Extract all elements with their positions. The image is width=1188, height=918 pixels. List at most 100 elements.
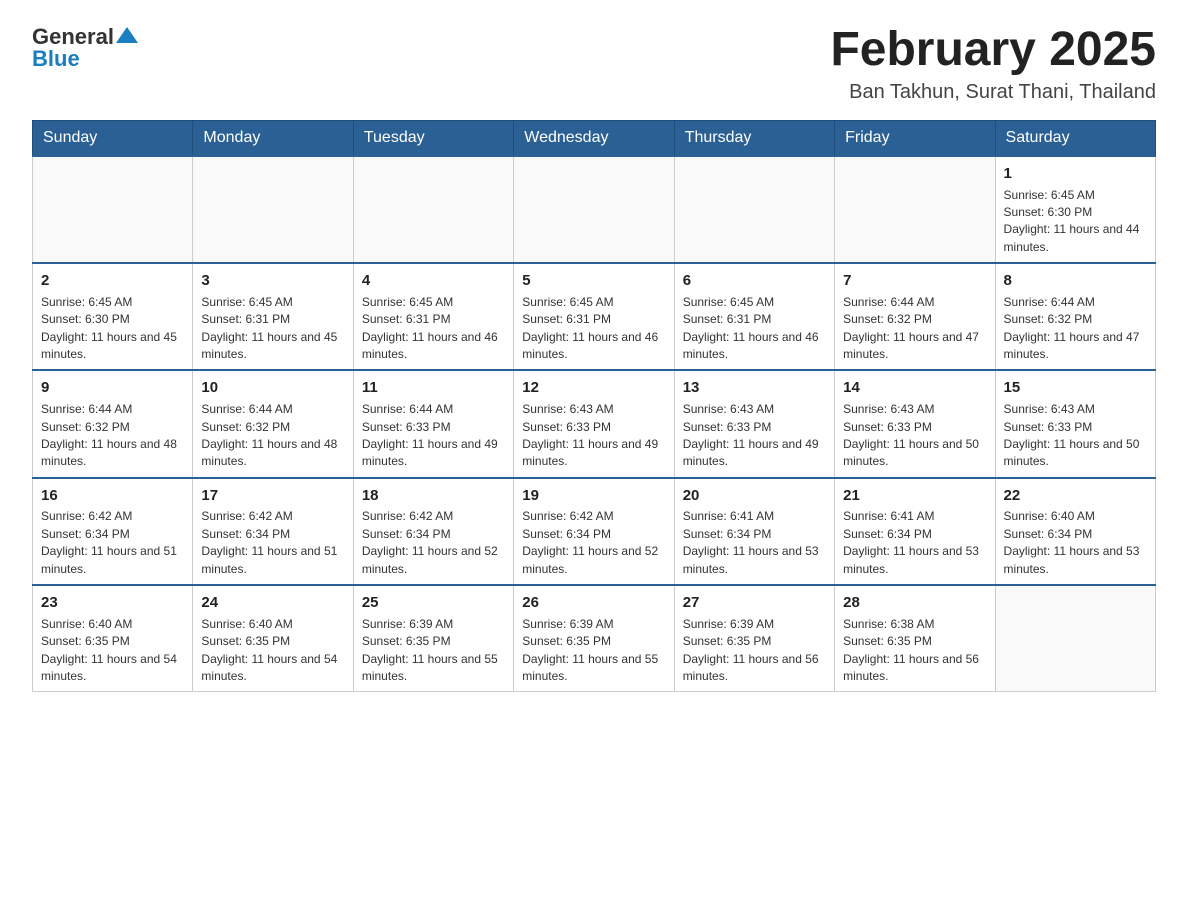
day-info: Sunrise: 6:43 AM Sunset: 6:33 PM Dayligh… — [683, 401, 826, 471]
week-row-4: 16Sunrise: 6:42 AM Sunset: 6:34 PM Dayli… — [33, 478, 1156, 585]
logo-triangle-icon — [116, 25, 138, 45]
day-number: 27 — [683, 592, 826, 614]
day-number: 7 — [843, 270, 986, 292]
calendar-header-row: SundayMondayTuesdayWednesdayThursdayFrid… — [33, 120, 1156, 156]
week-row-5: 23Sunrise: 6:40 AM Sunset: 6:35 PM Dayli… — [33, 585, 1156, 692]
day-number: 18 — [362, 485, 505, 507]
calendar-cell: 11Sunrise: 6:44 AM Sunset: 6:33 PM Dayli… — [353, 370, 513, 477]
title-block: February 2025 Ban Takhun, Surat Thani, T… — [830, 24, 1156, 104]
day-info: Sunrise: 6:43 AM Sunset: 6:33 PM Dayligh… — [843, 401, 986, 471]
day-info: Sunrise: 6:42 AM Sunset: 6:34 PM Dayligh… — [522, 508, 665, 578]
calendar-cell: 5Sunrise: 6:45 AM Sunset: 6:31 PM Daylig… — [514, 263, 674, 370]
day-info: Sunrise: 6:42 AM Sunset: 6:34 PM Dayligh… — [41, 508, 184, 578]
day-info: Sunrise: 6:40 AM Sunset: 6:34 PM Dayligh… — [1004, 508, 1147, 578]
day-number: 9 — [41, 377, 184, 399]
day-info: Sunrise: 6:40 AM Sunset: 6:35 PM Dayligh… — [41, 616, 184, 686]
day-info: Sunrise: 6:43 AM Sunset: 6:33 PM Dayligh… — [522, 401, 665, 471]
calendar-cell: 9Sunrise: 6:44 AM Sunset: 6:32 PM Daylig… — [33, 370, 193, 477]
calendar-cell — [835, 156, 995, 263]
day-number: 24 — [201, 592, 344, 614]
calendar-cell: 1Sunrise: 6:45 AM Sunset: 6:30 PM Daylig… — [995, 156, 1155, 263]
calendar-cell: 19Sunrise: 6:42 AM Sunset: 6:34 PM Dayli… — [514, 478, 674, 585]
calendar-cell: 27Sunrise: 6:39 AM Sunset: 6:35 PM Dayli… — [674, 585, 834, 692]
day-number: 16 — [41, 485, 184, 507]
col-header-saturday: Saturday — [995, 120, 1155, 156]
day-number: 6 — [683, 270, 826, 292]
day-info: Sunrise: 6:44 AM Sunset: 6:32 PM Dayligh… — [843, 294, 986, 364]
day-info: Sunrise: 6:45 AM Sunset: 6:31 PM Dayligh… — [201, 294, 344, 364]
calendar-cell: 14Sunrise: 6:43 AM Sunset: 6:33 PM Dayli… — [835, 370, 995, 477]
month-year-title: February 2025 — [830, 24, 1156, 77]
calendar-cell: 17Sunrise: 6:42 AM Sunset: 6:34 PM Dayli… — [193, 478, 353, 585]
day-info: Sunrise: 6:44 AM Sunset: 6:32 PM Dayligh… — [1004, 294, 1147, 364]
day-info: Sunrise: 6:39 AM Sunset: 6:35 PM Dayligh… — [362, 616, 505, 686]
calendar-table: SundayMondayTuesdayWednesdayThursdayFrid… — [32, 120, 1156, 693]
col-header-tuesday: Tuesday — [353, 120, 513, 156]
calendar-cell: 24Sunrise: 6:40 AM Sunset: 6:35 PM Dayli… — [193, 585, 353, 692]
col-header-friday: Friday — [835, 120, 995, 156]
day-info: Sunrise: 6:43 AM Sunset: 6:33 PM Dayligh… — [1004, 401, 1147, 471]
day-info: Sunrise: 6:45 AM Sunset: 6:31 PM Dayligh… — [683, 294, 826, 364]
day-number: 11 — [362, 377, 505, 399]
day-info: Sunrise: 6:40 AM Sunset: 6:35 PM Dayligh… — [201, 616, 344, 686]
calendar-cell: 18Sunrise: 6:42 AM Sunset: 6:34 PM Dayli… — [353, 478, 513, 585]
calendar-cell: 12Sunrise: 6:43 AM Sunset: 6:33 PM Dayli… — [514, 370, 674, 477]
day-info: Sunrise: 6:39 AM Sunset: 6:35 PM Dayligh… — [683, 616, 826, 686]
day-info: Sunrise: 6:44 AM Sunset: 6:32 PM Dayligh… — [41, 401, 184, 471]
calendar-cell: 25Sunrise: 6:39 AM Sunset: 6:35 PM Dayli… — [353, 585, 513, 692]
day-number: 22 — [1004, 485, 1147, 507]
day-number: 26 — [522, 592, 665, 614]
calendar-cell: 4Sunrise: 6:45 AM Sunset: 6:31 PM Daylig… — [353, 263, 513, 370]
day-number: 25 — [362, 592, 505, 614]
week-row-3: 9Sunrise: 6:44 AM Sunset: 6:32 PM Daylig… — [33, 370, 1156, 477]
calendar-cell: 21Sunrise: 6:41 AM Sunset: 6:34 PM Dayli… — [835, 478, 995, 585]
day-number: 13 — [683, 377, 826, 399]
calendar-cell: 3Sunrise: 6:45 AM Sunset: 6:31 PM Daylig… — [193, 263, 353, 370]
calendar-cell: 22Sunrise: 6:40 AM Sunset: 6:34 PM Dayli… — [995, 478, 1155, 585]
col-header-sunday: Sunday — [33, 120, 193, 156]
day-number: 2 — [41, 270, 184, 292]
calendar-cell — [995, 585, 1155, 692]
week-row-1: 1Sunrise: 6:45 AM Sunset: 6:30 PM Daylig… — [33, 156, 1156, 263]
day-number: 8 — [1004, 270, 1147, 292]
calendar-cell — [674, 156, 834, 263]
calendar-cell: 7Sunrise: 6:44 AM Sunset: 6:32 PM Daylig… — [835, 263, 995, 370]
calendar-cell — [514, 156, 674, 263]
calendar-cell — [193, 156, 353, 263]
calendar-cell: 23Sunrise: 6:40 AM Sunset: 6:35 PM Dayli… — [33, 585, 193, 692]
col-header-thursday: Thursday — [674, 120, 834, 156]
logo-blue-text: Blue — [32, 46, 80, 72]
day-info: Sunrise: 6:41 AM Sunset: 6:34 PM Dayligh… — [843, 508, 986, 578]
day-number: 20 — [683, 485, 826, 507]
col-header-monday: Monday — [193, 120, 353, 156]
col-header-wednesday: Wednesday — [514, 120, 674, 156]
calendar-cell: 8Sunrise: 6:44 AM Sunset: 6:32 PM Daylig… — [995, 263, 1155, 370]
logo: General Blue — [32, 24, 138, 72]
day-number: 4 — [362, 270, 505, 292]
calendar-cell: 13Sunrise: 6:43 AM Sunset: 6:33 PM Dayli… — [674, 370, 834, 477]
calendar-cell: 10Sunrise: 6:44 AM Sunset: 6:32 PM Dayli… — [193, 370, 353, 477]
day-number: 3 — [201, 270, 344, 292]
day-info: Sunrise: 6:42 AM Sunset: 6:34 PM Dayligh… — [362, 508, 505, 578]
day-info: Sunrise: 6:45 AM Sunset: 6:30 PM Dayligh… — [41, 294, 184, 364]
day-number: 19 — [522, 485, 665, 507]
day-number: 5 — [522, 270, 665, 292]
page-header: General Blue February 2025 Ban Takhun, S… — [32, 24, 1156, 104]
day-number: 10 — [201, 377, 344, 399]
calendar-cell: 15Sunrise: 6:43 AM Sunset: 6:33 PM Dayli… — [995, 370, 1155, 477]
day-info: Sunrise: 6:44 AM Sunset: 6:33 PM Dayligh… — [362, 401, 505, 471]
calendar-cell: 6Sunrise: 6:45 AM Sunset: 6:31 PM Daylig… — [674, 263, 834, 370]
day-number: 15 — [1004, 377, 1147, 399]
day-info: Sunrise: 6:45 AM Sunset: 6:31 PM Dayligh… — [522, 294, 665, 364]
calendar-cell — [353, 156, 513, 263]
day-number: 1 — [1004, 163, 1147, 185]
calendar-cell: 16Sunrise: 6:42 AM Sunset: 6:34 PM Dayli… — [33, 478, 193, 585]
day-number: 12 — [522, 377, 665, 399]
day-number: 14 — [843, 377, 986, 399]
calendar-cell: 2Sunrise: 6:45 AM Sunset: 6:30 PM Daylig… — [33, 263, 193, 370]
day-info: Sunrise: 6:44 AM Sunset: 6:32 PM Dayligh… — [201, 401, 344, 471]
day-number: 28 — [843, 592, 986, 614]
day-number: 21 — [843, 485, 986, 507]
calendar-cell: 26Sunrise: 6:39 AM Sunset: 6:35 PM Dayli… — [514, 585, 674, 692]
calendar-cell: 28Sunrise: 6:38 AM Sunset: 6:35 PM Dayli… — [835, 585, 995, 692]
